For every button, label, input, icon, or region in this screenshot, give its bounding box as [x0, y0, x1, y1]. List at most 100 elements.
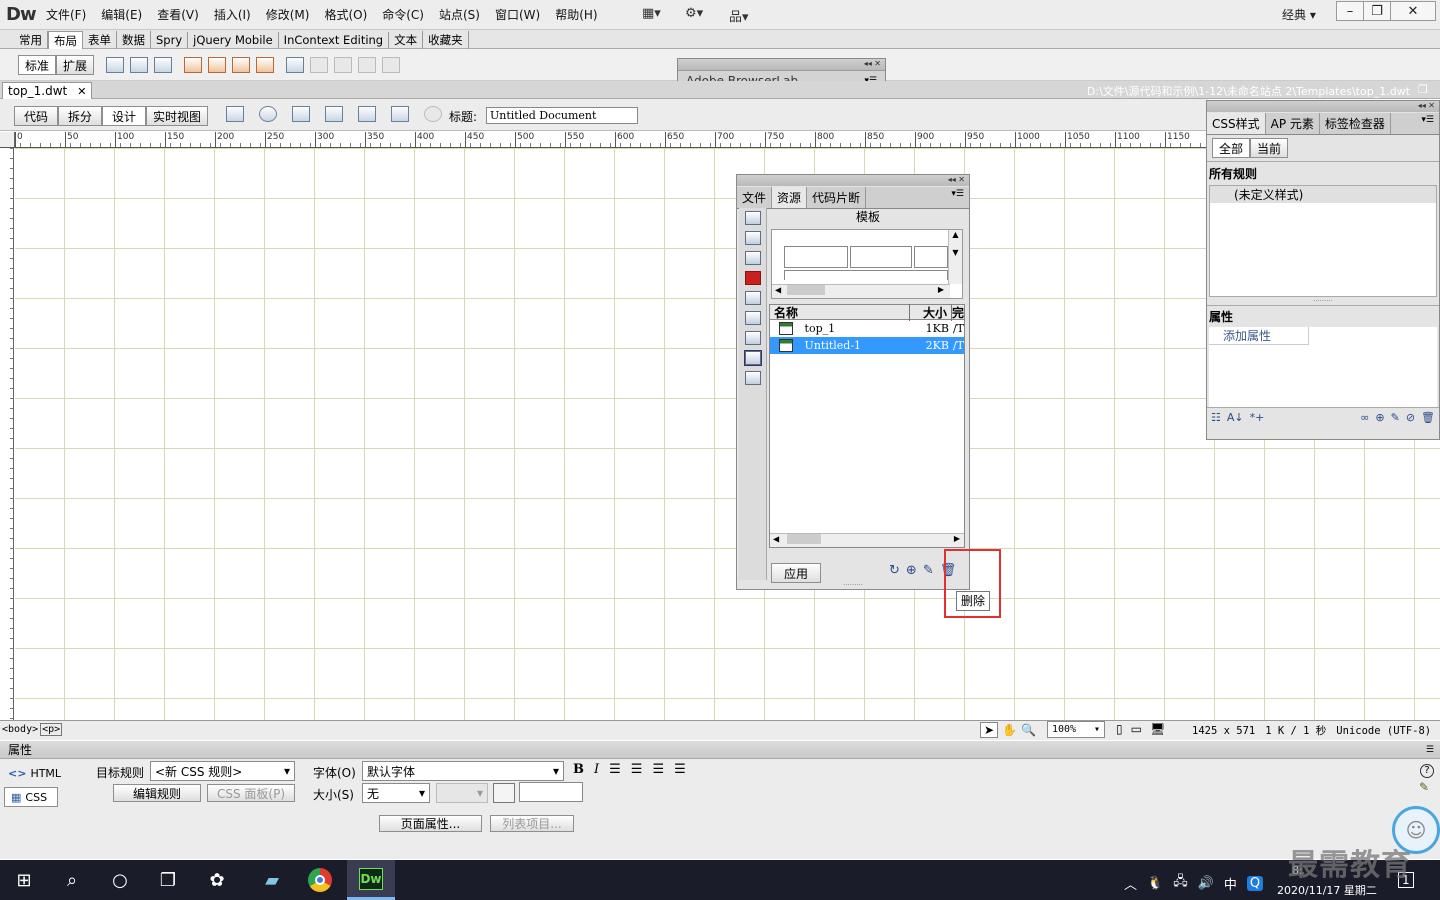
col-size[interactable]: 大小 [910, 303, 952, 321]
panel-menu-icon[interactable]: ▾☰ [946, 187, 969, 208]
preview-vscroll[interactable]: ▲ ▼ [948, 230, 962, 284]
edit-rule-button[interactable]: 编辑规则 [113, 784, 201, 802]
tray-expand-icon[interactable]: ︿ [1124, 874, 1137, 893]
size-select[interactable]: 无 ▾ [362, 783, 430, 803]
site-icon[interactable]: 品▾ [729, 6, 749, 25]
template-row[interactable]: top_1 1KB /T [770, 320, 964, 337]
new-template-icon[interactable]: ⊕ [906, 563, 917, 578]
menu-commands[interactable]: 命令(C) [382, 6, 424, 23]
expanded-mode-button[interactable]: 扩展 [56, 55, 95, 75]
preview-hscroll[interactable]: ◀ ▶ [772, 284, 950, 298]
template-row[interactable]: Untitled-1 2KB /T [770, 337, 964, 354]
col-name[interactable]: 名称 [770, 303, 910, 321]
delete-rule-icon[interactable]: 🗑 [1421, 411, 1435, 424]
design-view-button[interactable]: 设计 [102, 106, 147, 126]
align-center-icon[interactable]: ☰ [631, 762, 643, 777]
category-view-icon[interactable]: ☷ [1211, 411, 1221, 424]
flash-icon[interactable] [744, 271, 761, 285]
color-input[interactable] [519, 782, 583, 802]
file-management-icon[interactable] [292, 106, 310, 122]
undefined-style-item[interactable]: (未定义样式) [1210, 186, 1436, 203]
gear-icon[interactable]: ⚙▾ [685, 6, 703, 21]
restore-button[interactable]: ❐ [1363, 1, 1391, 21]
fluid-grid-icon[interactable] [184, 57, 202, 73]
restore-doc-icon[interactable]: ❐ [1418, 83, 1428, 96]
add-property-link[interactable]: 添加属性 [1209, 327, 1309, 345]
italic-button[interactable]: I [594, 762, 599, 777]
w3c-validation-icon[interactable] [325, 106, 343, 122]
edit-icon[interactable]: ✎ [923, 563, 934, 578]
tab-forms[interactable]: 表单 [83, 31, 117, 49]
page-properties-button[interactable]: 页面属性... [379, 815, 482, 832]
split-view-button[interactable]: 拆分 [58, 106, 103, 126]
images-icon[interactable] [744, 211, 761, 225]
tag-body[interactable]: <body> [2, 724, 38, 735]
clock-date[interactable]: 2020/11/17 星期二 [1277, 882, 1377, 898]
check-browser-icon[interactable] [358, 106, 376, 122]
panel-menu-icon[interactable]: ☰ [1426, 745, 1434, 755]
refresh-icon[interactable]: ↻ [889, 563, 900, 578]
standard-mode-button[interactable]: 标准 [18, 55, 57, 75]
tab-css-styles[interactable]: CSS样式 [1207, 113, 1266, 134]
close-button[interactable]: ✕ [1390, 1, 1436, 21]
quick-tag-editor-icon[interactable]: ✎ [1419, 780, 1429, 794]
movies-icon[interactable] [744, 311, 761, 325]
current-mode-button[interactable]: 当前 [1250, 138, 1289, 158]
workspace-switcher[interactable]: 经典 ▾ [1282, 6, 1316, 23]
colors-icon[interactable] [744, 231, 761, 245]
spry-accordion-icon[interactable] [256, 57, 274, 73]
search-icon[interactable]: ⌕ [58, 866, 86, 894]
bold-button[interactable]: B [573, 762, 584, 777]
menu-file[interactable]: 文件(F) [46, 6, 86, 23]
live-view-button[interactable]: 实时视图 [146, 106, 209, 126]
menu-window[interactable]: 窗口(W) [495, 6, 540, 23]
menu-help[interactable]: 帮助(H) [555, 6, 597, 23]
tab-incontext[interactable]: InContext Editing [279, 32, 390, 48]
panel-collapse-icon[interactable]: ◂◂ ✕ [678, 59, 885, 70]
tab-files[interactable]: 文件 [737, 187, 773, 208]
set-props-icon[interactable]: *+ [1250, 411, 1265, 424]
volume-icon[interactable]: 🔊 [1198, 876, 1214, 891]
tab-tag-inspector[interactable]: 标签检查器 [1320, 113, 1391, 134]
tab-ap-elements[interactable]: AP 元素 [1266, 113, 1320, 134]
hand-icon[interactable]: ✋ [1002, 723, 1017, 737]
split-grip[interactable]: ········· [1207, 297, 1439, 305]
minimize-button[interactable]: – [1336, 1, 1364, 21]
panel-collapse-icon[interactable]: ◂◂ ✕ [737, 175, 969, 186]
multiscreen-icon[interactable] [226, 106, 244, 122]
menu-view[interactable]: 查看(V) [157, 6, 199, 23]
tab-common[interactable]: 常用 [14, 31, 48, 49]
menu-insert[interactable]: 插入(I) [214, 6, 251, 23]
font-select[interactable]: 默认字体 ▾ [362, 761, 564, 781]
window-size[interactable]: 1425 x 571 [1192, 725, 1255, 737]
cortana-icon[interactable]: ○ [106, 866, 134, 894]
div-icon[interactable] [106, 57, 124, 73]
spry-menu-icon[interactable] [208, 57, 226, 73]
target-rule-select[interactable]: <新 CSS 规则> ▾ [150, 761, 295, 781]
mobile-size-icon[interactable]: ▯ [1116, 722, 1123, 736]
align-left-icon[interactable]: ☰ [609, 762, 621, 777]
frame-icon[interactable] [154, 57, 172, 73]
tab-data[interactable]: 数据 [117, 31, 151, 49]
tab-text[interactable]: 文本 [389, 31, 424, 49]
zoom-select[interactable]: 100% ▾ [1047, 721, 1105, 738]
urls-icon[interactable] [744, 251, 761, 265]
desktop-size-icon[interactable]: 🖥 [1150, 722, 1165, 736]
preview-browser-icon[interactable] [259, 106, 277, 122]
task-view-icon[interactable]: ❐ [154, 866, 182, 894]
tag-p[interactable]: <p> [40, 723, 63, 736]
all-mode-button[interactable]: 全部 [1212, 138, 1251, 158]
chrome-icon[interactable] [308, 868, 332, 892]
tab-favorites[interactable]: 收藏夹 [423, 31, 469, 49]
panel-menu-icon[interactable]: ▾☰ [1416, 113, 1439, 134]
tab-spry[interactable]: Spry [151, 32, 189, 48]
list-hscroll[interactable]: ◀ ▶ [770, 533, 964, 547]
tab-snippets[interactable]: 代码片断 [807, 187, 867, 208]
menu-site[interactable]: 站点(S) [439, 6, 480, 23]
panel-resize-grip[interactable]: ········· [736, 581, 970, 590]
properties-header-bar[interactable]: 属性 ☰ [0, 741, 1440, 759]
qq-icon[interactable]: 🐧 [1147, 876, 1163, 891]
visual-aids-icon[interactable] [391, 106, 409, 122]
layout-icon[interactable]: ▦▾ [642, 6, 661, 21]
title-input[interactable]: Untitled Document [486, 107, 638, 124]
